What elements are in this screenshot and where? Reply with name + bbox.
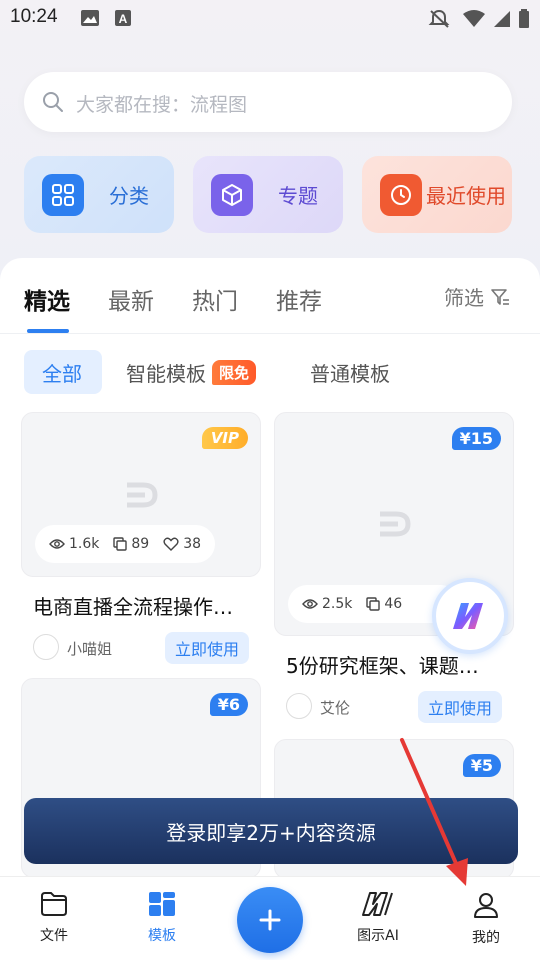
free-badge: 限免 — [212, 359, 257, 385]
copies-stat: 89 — [113, 536, 149, 552]
price-badge: ¥15 — [451, 427, 501, 450]
placeholder-logo-icon — [127, 482, 158, 507]
tab-recommended[interactable]: 推荐 — [276, 282, 322, 316]
ai-assistant-button[interactable] — [432, 578, 508, 654]
active-tab-indicator — [27, 329, 69, 333]
battery-icon — [519, 9, 529, 28]
views-count: 2.5k — [322, 596, 353, 612]
likes-stat: 38 — [163, 536, 201, 552]
recent-card[interactable]: 最近使用 — [362, 156, 512, 233]
card-title: 电商直播全流程操作… — [33, 595, 233, 619]
bottom-nav: 文件 模板 图示AI 我的 — [0, 876, 540, 960]
views-stat: 1.6k — [49, 536, 99, 552]
status-bar: 10:24 A — [0, 0, 540, 36]
nav-files-label: 文件 — [40, 928, 68, 944]
template-icon — [149, 892, 175, 916]
nav-files[interactable]: 文件 — [14, 891, 94, 945]
use-now-button[interactable]: 立即使用 — [164, 632, 249, 664]
card-stats: 1.6k 89 38 — [35, 525, 216, 563]
template-card[interactable]: ¥15 2.5k 46 5份研究框架、课题… 艾伦 立即使用 — [274, 412, 514, 723]
recent-label: 最近使用 — [426, 184, 506, 208]
card-title: 5份研究框架、课题… — [286, 654, 479, 678]
cube-icon — [211, 174, 253, 216]
image-notification-icon — [81, 10, 99, 26]
vip-badge: VIP — [201, 427, 248, 449]
placeholder-logo-icon — [380, 511, 411, 537]
author-name: 艾伦 — [320, 699, 351, 717]
filter-label: 筛选 — [444, 286, 484, 310]
signal-icon — [494, 11, 510, 27]
category-label: 分类 — [109, 184, 149, 208]
nav-ai[interactable]: 图示AI — [338, 891, 418, 945]
nav-templates[interactable]: 模板 — [122, 891, 202, 945]
svg-text:A: A — [119, 12, 128, 26]
nav-ai-label: 图示AI — [357, 928, 399, 944]
login-banner-text: 登录即享2万+内容资源 — [166, 820, 376, 845]
subtab-bar: 全部 智能模板 限免 普通模板 — [0, 350, 540, 396]
tab-featured[interactable]: 精选 — [24, 282, 70, 316]
copies-count: 89 — [131, 536, 150, 552]
views-count: 1.6k — [69, 536, 100, 552]
tab-hot[interactable]: 热门 — [192, 282, 238, 316]
card-thumbnail: VIP 1.6k 89 38 — [21, 412, 261, 577]
copies-count: 46 — [384, 596, 403, 612]
filter-icon — [491, 288, 509, 305]
subtab-normal-templates[interactable]: 普通模板 — [310, 350, 390, 394]
eye-icon — [49, 539, 65, 549]
copies-stat: 46 — [366, 596, 402, 612]
card-author-row: 艾伦 立即使用 — [274, 691, 514, 723]
tab-latest[interactable]: 最新 — [108, 282, 154, 316]
subtab-all[interactable]: 全部 — [24, 350, 102, 394]
nav-profile[interactable]: 我的 — [446, 891, 526, 947]
wifi-icon — [463, 10, 485, 27]
filter-button[interactable]: 筛选 — [444, 282, 510, 311]
views-stat: 2.5k — [302, 596, 352, 612]
use-now-button[interactable]: 立即使用 — [417, 691, 502, 723]
clock-icon — [380, 174, 422, 216]
ai-logo-icon — [453, 603, 483, 629]
search-placeholder: 大家都在搜：流程图 — [76, 94, 248, 116]
avatar — [33, 634, 59, 660]
eye-icon — [302, 599, 318, 609]
search-bar[interactable]: 大家都在搜：流程图 — [24, 72, 512, 132]
category-card[interactable]: 分类 — [24, 156, 174, 233]
heart-icon — [163, 537, 179, 551]
card-author-row: 小喵姐 立即使用 — [21, 632, 261, 664]
author-name: 小喵姐 — [67, 640, 113, 658]
font-notification-icon: A — [115, 10, 131, 26]
template-card[interactable]: VIP 1.6k 89 38 电商直播全流程操作… 小喵姐 立即使用 — [21, 412, 261, 664]
topic-label: 专题 — [278, 184, 318, 208]
likes-count: 38 — [183, 536, 202, 552]
mute-icon — [428, 9, 450, 28]
grid-icon — [42, 174, 84, 216]
tab-bar: 精选 最新 热门 推荐 筛选 — [0, 258, 540, 334]
user-icon — [474, 893, 498, 918]
subtab-normal-label: 普通模板 — [310, 361, 390, 386]
copy-icon — [366, 597, 381, 611]
subtab-all-label: 全部 — [42, 361, 82, 386]
price-badge: ¥6 — [209, 693, 248, 716]
subtab-smart-label: 智能模板 — [126, 361, 206, 386]
subtab-smart-templates[interactable]: 智能模板 限免 — [126, 350, 257, 394]
folder-icon — [41, 892, 67, 916]
avatar — [286, 693, 312, 719]
nav-templates-label: 模板 — [148, 928, 176, 944]
plus-icon — [259, 909, 281, 931]
nav-profile-label: 我的 — [472, 930, 500, 946]
topic-card[interactable]: 专题 — [193, 156, 343, 233]
price-badge: ¥5 — [462, 754, 501, 777]
ai-logo-icon — [362, 892, 393, 916]
create-button[interactable] — [237, 887, 303, 953]
search-icon — [43, 92, 63, 112]
login-banner[interactable]: 登录即享2万+内容资源 — [24, 798, 518, 864]
status-time: 10:24 — [10, 6, 58, 27]
copy-icon — [113, 537, 128, 551]
